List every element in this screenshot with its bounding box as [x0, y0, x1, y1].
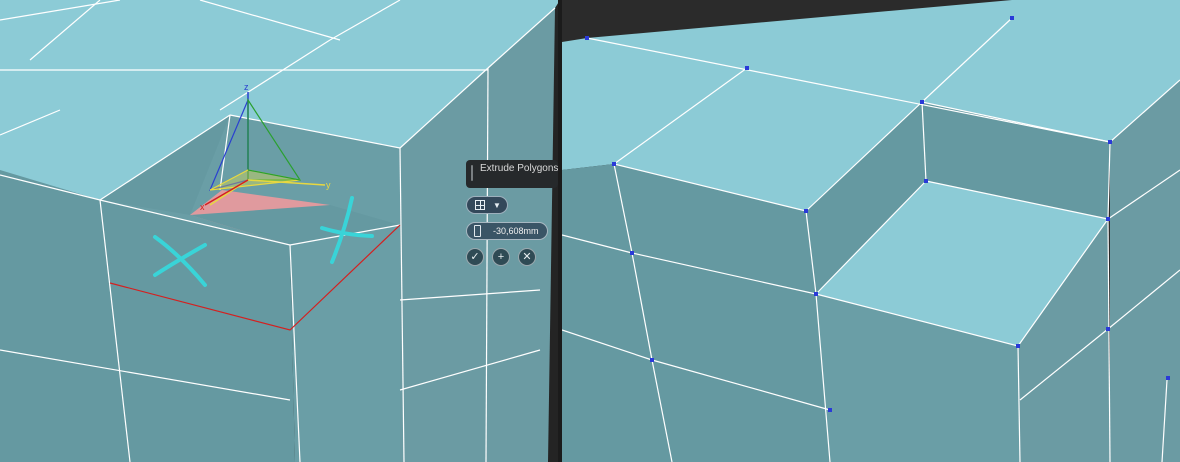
height-icon [474, 225, 481, 237]
right-face[interactable] [1110, 80, 1180, 462]
apply-button[interactable]: + [492, 248, 510, 266]
grid-icon [475, 200, 485, 210]
chevron-down-icon: ▼ [493, 201, 501, 210]
height-value[interactable]: -30,608mm [493, 223, 539, 239]
check-icon: ✓ [470, 251, 480, 263]
extrusion-type-dropdown[interactable]: ▼ [466, 196, 508, 214]
plus-icon: + [497, 251, 505, 263]
viewport-left[interactable]: z y x Extrude Polygons ▼ -30,608mm ✓ + ✕ [0, 0, 560, 462]
extrude-caddy: Extrude Polygons ▼ -30,608mm ✓ + ✕ [466, 160, 560, 270]
caddy-title[interactable]: Extrude Polygons [466, 160, 558, 188]
gizmo-z-label: z [244, 82, 249, 92]
drag-handle-icon[interactable] [471, 165, 473, 181]
height-spinner[interactable]: -30,608mm [466, 222, 548, 240]
cancel-button[interactable]: ✕ [518, 248, 536, 266]
gizmo-x-label: x [200, 202, 205, 212]
x-icon: ✕ [522, 251, 532, 263]
ok-button[interactable]: ✓ [466, 248, 484, 266]
viewport-right[interactable] [562, 0, 1180, 462]
front-face[interactable] [562, 164, 830, 462]
caddy-title-text: Extrude Polygons [480, 163, 559, 174]
caddy-buttons: ✓ + ✕ [466, 248, 546, 266]
gizmo-y-label: y [326, 180, 331, 190]
